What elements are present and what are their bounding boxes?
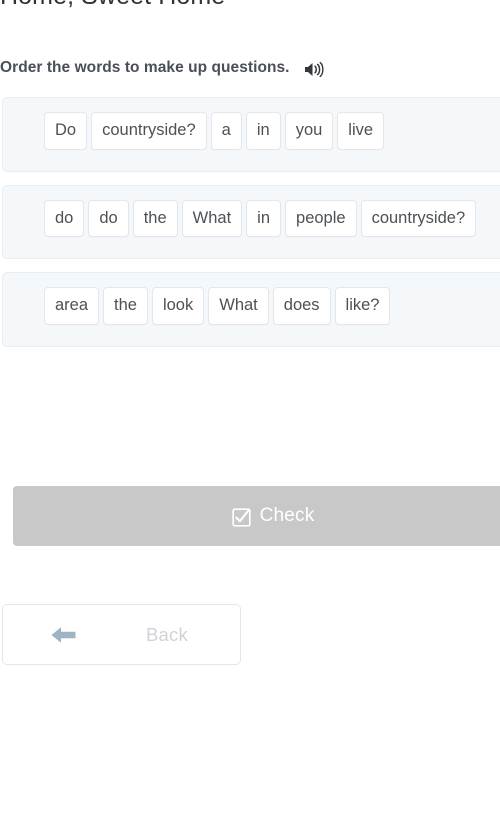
word-group-question-1[interactable]: Do countryside? a in you live (2, 97, 500, 172)
word-chip-row: Do countryside? a in you live (44, 112, 500, 157)
word-chip[interactable]: do (88, 199, 129, 237)
word-chip[interactable]: area (44, 287, 100, 325)
word-chip[interactable]: does (272, 287, 331, 325)
exercise-page: Home, Sweet Home Order the words to make… (0, 0, 500, 840)
word-chip-row: do do the What in people countryside? (44, 199, 500, 245)
word-chip[interactable]: Do (44, 112, 88, 150)
word-chip[interactable]: the (103, 287, 148, 325)
word-chip[interactable]: countryside? (360, 199, 477, 237)
lesson-title: Home, Sweet Home (0, 0, 225, 11)
back-button[interactable]: Back (2, 604, 241, 665)
checkbox-checked-icon (231, 507, 251, 527)
word-chip-row: area the look What does like? (44, 287, 500, 332)
word-chip[interactable]: countryside? (91, 112, 207, 150)
word-chip[interactable]: people (285, 199, 357, 237)
word-chip[interactable]: What (208, 287, 269, 325)
word-chip[interactable]: the (132, 199, 178, 237)
word-chip[interactable]: in (246, 199, 282, 237)
word-chip[interactable]: do (44, 199, 85, 237)
word-group-question-3[interactable]: area the look What does like? (2, 272, 500, 347)
instruction-text: Order the words to make up questions. (0, 59, 290, 76)
check-button[interactable]: Check (13, 486, 500, 546)
instruction-row: Order the words to make up questions. (0, 59, 324, 77)
word-order-panels: Do countryside? a in you live do do the … (2, 97, 500, 360)
speaker-icon[interactable] (304, 61, 324, 78)
word-chip[interactable]: a (210, 112, 242, 150)
arrow-left-icon (50, 624, 77, 646)
word-chip[interactable]: live (337, 112, 385, 150)
word-chip[interactable]: you (284, 112, 334, 150)
word-chip[interactable]: look (151, 287, 205, 325)
word-chip[interactable]: What (181, 199, 243, 237)
word-chip[interactable]: in (245, 112, 281, 150)
word-chip[interactable]: like? (334, 287, 391, 325)
check-button-label: Check (259, 505, 315, 526)
back-button-label: Back (146, 623, 188, 645)
word-group-question-2[interactable]: do do the What in people countryside? (2, 184, 500, 259)
